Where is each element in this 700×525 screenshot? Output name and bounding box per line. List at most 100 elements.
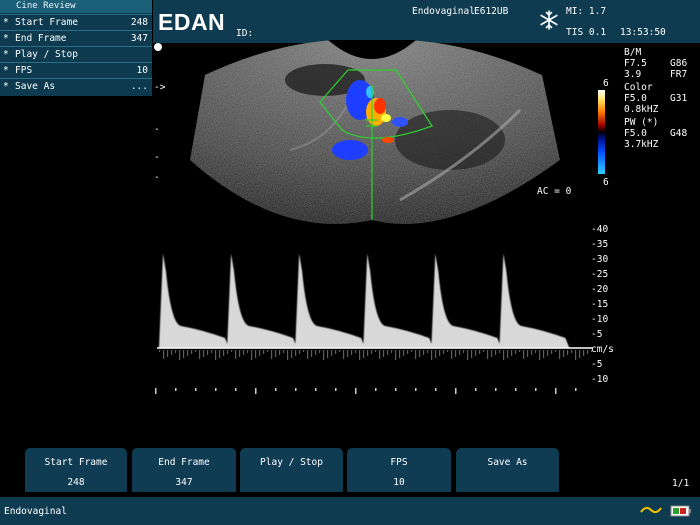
spectral-noise: [583, 350, 585, 356]
softkey-save-as[interactable]: Save As: [456, 448, 559, 492]
time-axis-tick: [155, 388, 157, 394]
spectral-noise: [511, 350, 513, 356]
cine-item-value: 10: [136, 65, 148, 76]
softkey-label: Play / Stop: [260, 457, 323, 468]
color-frequency: F5.0: [624, 93, 647, 104]
spectral-noise: [443, 350, 445, 354]
spectral-noise: [183, 350, 185, 358]
softkey-end-frame[interactable]: End Frame 347: [132, 448, 236, 492]
time-axis-tick: [575, 388, 577, 391]
spectral-noise: [575, 350, 577, 360]
cine-item-play-stop[interactable]: * Play / Stop: [0, 46, 152, 61]
time-axis-tick: [355, 388, 357, 394]
time-axis-tick: [515, 388, 517, 391]
spectral-noise: [431, 350, 433, 360]
spectral-noise: [243, 350, 245, 355]
time-axis-tick: [275, 388, 277, 391]
time-axis-tick: [195, 388, 197, 391]
spectral-noise: [179, 350, 181, 360]
cine-item-label: FPS: [15, 65, 33, 76]
spectral-noise: [531, 350, 533, 355]
spectral-noise: [267, 350, 269, 352]
cine-item-value: 248: [130, 17, 148, 28]
bm-frame-rate: FR7: [670, 69, 688, 80]
spectral-noise: [223, 350, 225, 356]
color-title: Color: [624, 82, 653, 93]
spectral-noise: [471, 350, 473, 358]
velocity-tick-label: -15: [591, 299, 609, 310]
color-scale-bar: [598, 90, 605, 174]
softkey-fps[interactable]: FPS 10: [347, 448, 451, 492]
clock-time: 13:53:50: [620, 27, 666, 38]
spectral-noise: [395, 350, 397, 360]
time-axis-tick: [335, 388, 337, 391]
spectral-noise: [515, 350, 517, 354]
spectral-noise: [299, 350, 301, 354]
spectral-noise: [571, 350, 573, 353]
spectral-noise: [283, 350, 285, 353]
cine-item-value: 347: [130, 33, 148, 44]
spectral-noise: [303, 350, 305, 352]
depth-tick: -: [154, 172, 160, 183]
spectral-noise: [459, 350, 461, 355]
time-axis-tick: [215, 388, 217, 391]
page-indicator[interactable]: 1/1: [672, 478, 689, 489]
spectral-noise: [555, 350, 557, 352]
cine-item-start-frame[interactable]: * Start Frame 248: [0, 14, 152, 29]
spectral-noise: [451, 350, 453, 359]
spectral-noise: [275, 350, 277, 357]
softkey-start-frame[interactable]: Start Frame 248: [25, 448, 127, 492]
spectral-noise: [543, 350, 545, 358]
spectral-noise: [435, 350, 437, 358]
spectral-peak: [431, 253, 502, 348]
spectral-noise: [535, 350, 537, 353]
velocity-unit-label: cm/s: [591, 344, 614, 355]
softkey-value: 347: [175, 477, 193, 488]
time-axis-tick: [235, 388, 237, 391]
spectral-noise: [379, 350, 381, 359]
cine-item-end-frame[interactable]: * End Frame 347: [0, 30, 152, 45]
spectral-noise: [547, 350, 549, 356]
time-axis-tick: [315, 388, 317, 391]
time-axis-tick: [455, 388, 457, 394]
spectral-noise: [467, 350, 469, 360]
spectral-noise: [291, 350, 293, 358]
spectral-noise: [587, 350, 589, 354]
spectral-noise: [563, 350, 565, 357]
battery-power-icon: [670, 505, 691, 517]
softkey-label: Start Frame: [44, 457, 108, 468]
spectral-noise: [339, 350, 341, 352]
spectral-noise: [475, 350, 477, 356]
velocity-tick-label: -20: [591, 284, 609, 295]
bm-gain: G86: [670, 58, 688, 69]
softkey-play-stop[interactable]: Play / Stop: [240, 448, 343, 492]
edan-logo: EDAN: [158, 9, 226, 35]
spectral-noise: [371, 350, 373, 354]
softkey-label: Save As: [487, 457, 528, 468]
spectral-noise: [231, 350, 233, 352]
spectral-noise: [295, 350, 297, 356]
cine-review-title: Cine Review: [0, 0, 152, 13]
spectral-peak: [295, 253, 366, 348]
velocity-tick-label: -5: [591, 359, 603, 370]
spectral-noise: [419, 350, 421, 357]
spectral-noise: [479, 350, 481, 354]
spectral-noise: [383, 350, 385, 357]
cine-item-fps[interactable]: * FPS 10: [0, 62, 152, 77]
ultrasound-sector-image: [190, 40, 560, 225]
cine-item-value: ...: [130, 81, 148, 92]
cine-item-save-as[interactable]: * Save As ...: [0, 78, 152, 93]
spectral-noise: [487, 350, 489, 359]
spectral-noise: [219, 350, 221, 358]
spectral-noise: [315, 350, 317, 355]
velocity-tick-label: -10: [591, 314, 609, 325]
cine-item-marker: *: [3, 49, 9, 60]
spectral-noise: [215, 350, 217, 360]
time-axis-tick: [255, 388, 257, 394]
softkey-value: 10: [393, 477, 405, 488]
spectral-noise: [227, 350, 229, 354]
spectral-noise: [323, 350, 325, 360]
spectral-noise: [191, 350, 193, 354]
spectral-noise: [503, 350, 505, 360]
time-axis-tick: [395, 388, 397, 391]
